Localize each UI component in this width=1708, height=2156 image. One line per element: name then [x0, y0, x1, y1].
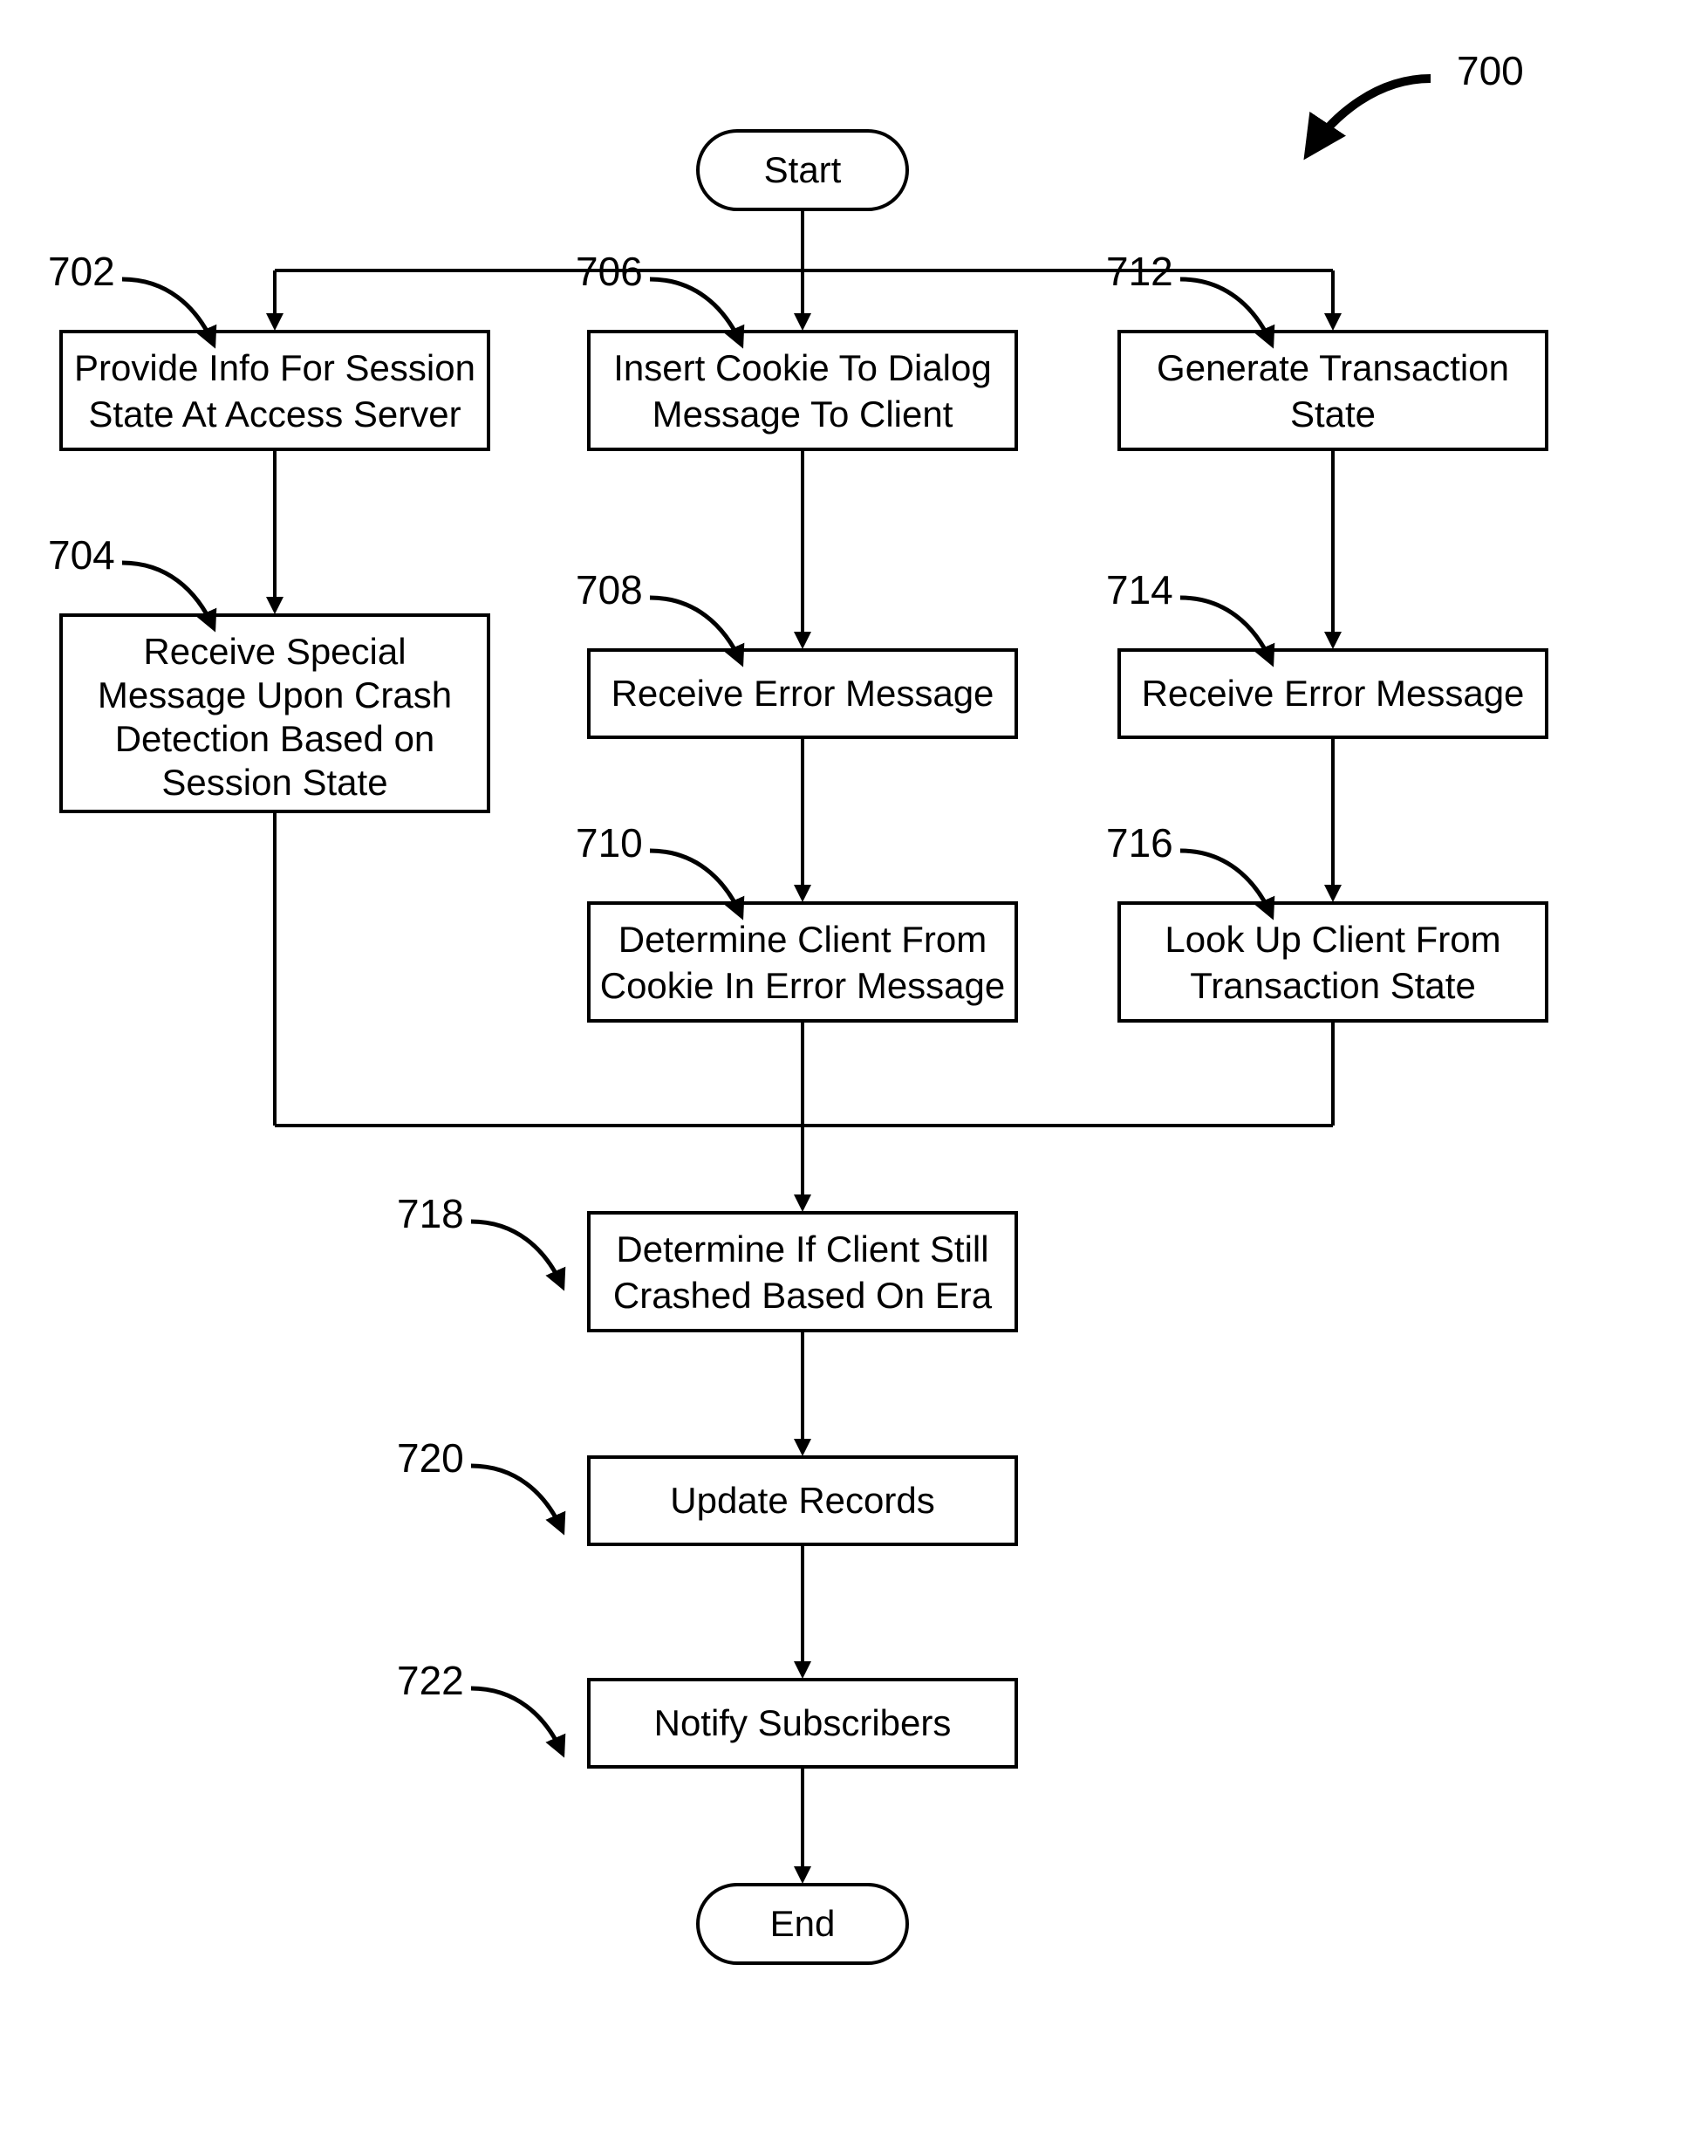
process-704-line3: Detection Based on	[115, 718, 435, 759]
ref-708: 708	[576, 567, 643, 613]
ref-706: 706	[576, 249, 643, 294]
ref-702: 702	[48, 249, 115, 294]
process-706-line1: Insert Cookie To Dialog	[613, 347, 991, 388]
process-704-line1: Receive Special	[143, 631, 406, 672]
process-714-line1: Receive Error Message	[1142, 673, 1525, 714]
ref-712: 712	[1106, 249, 1173, 294]
ref-710: 710	[576, 820, 643, 866]
process-722-line1: Notify Subscribers	[654, 1702, 952, 1743]
process-712-line1: Generate Transaction	[1157, 347, 1509, 388]
ref-716: 716	[1106, 820, 1173, 866]
process-716-line2: Transaction State	[1190, 965, 1476, 1006]
flowchart-diagram: 700 Start Provide Info For Session State…	[0, 0, 1708, 2156]
process-712-line2: State	[1290, 394, 1376, 435]
process-720-line1: Update Records	[670, 1480, 935, 1521]
ref-722: 722	[397, 1658, 464, 1703]
ref-720: 720	[397, 1435, 464, 1481]
process-702-line1: Provide Info For Session	[74, 347, 475, 388]
ref-714: 714	[1106, 567, 1173, 613]
figure-ref-label: 700	[1457, 48, 1524, 93]
process-706-line2: Message To Client	[652, 394, 953, 435]
process-702-line2: State At Access Server	[88, 394, 461, 435]
ref-718: 718	[397, 1191, 464, 1236]
process-704-line2: Message Upon Crash	[98, 674, 452, 715]
process-718-line2: Crashed Based On Era	[613, 1275, 993, 1316]
process-704-line4: Session State	[161, 762, 387, 803]
end-label: End	[770, 1903, 836, 1944]
process-718-line1: Determine If Client Still	[616, 1229, 988, 1270]
ref-704: 704	[48, 532, 115, 578]
process-708-line1: Receive Error Message	[611, 673, 994, 714]
figure-ref-arrow	[1308, 79, 1431, 153]
ref-722-arrow	[471, 1688, 563, 1754]
ref-718-arrow	[471, 1222, 563, 1287]
process-710-line2: Cookie In Error Message	[600, 965, 1006, 1006]
process-710-line1: Determine Client From	[618, 919, 987, 960]
start-label: Start	[764, 149, 842, 190]
ref-720-arrow	[471, 1466, 563, 1531]
process-716-line1: Look Up Client From	[1165, 919, 1500, 960]
